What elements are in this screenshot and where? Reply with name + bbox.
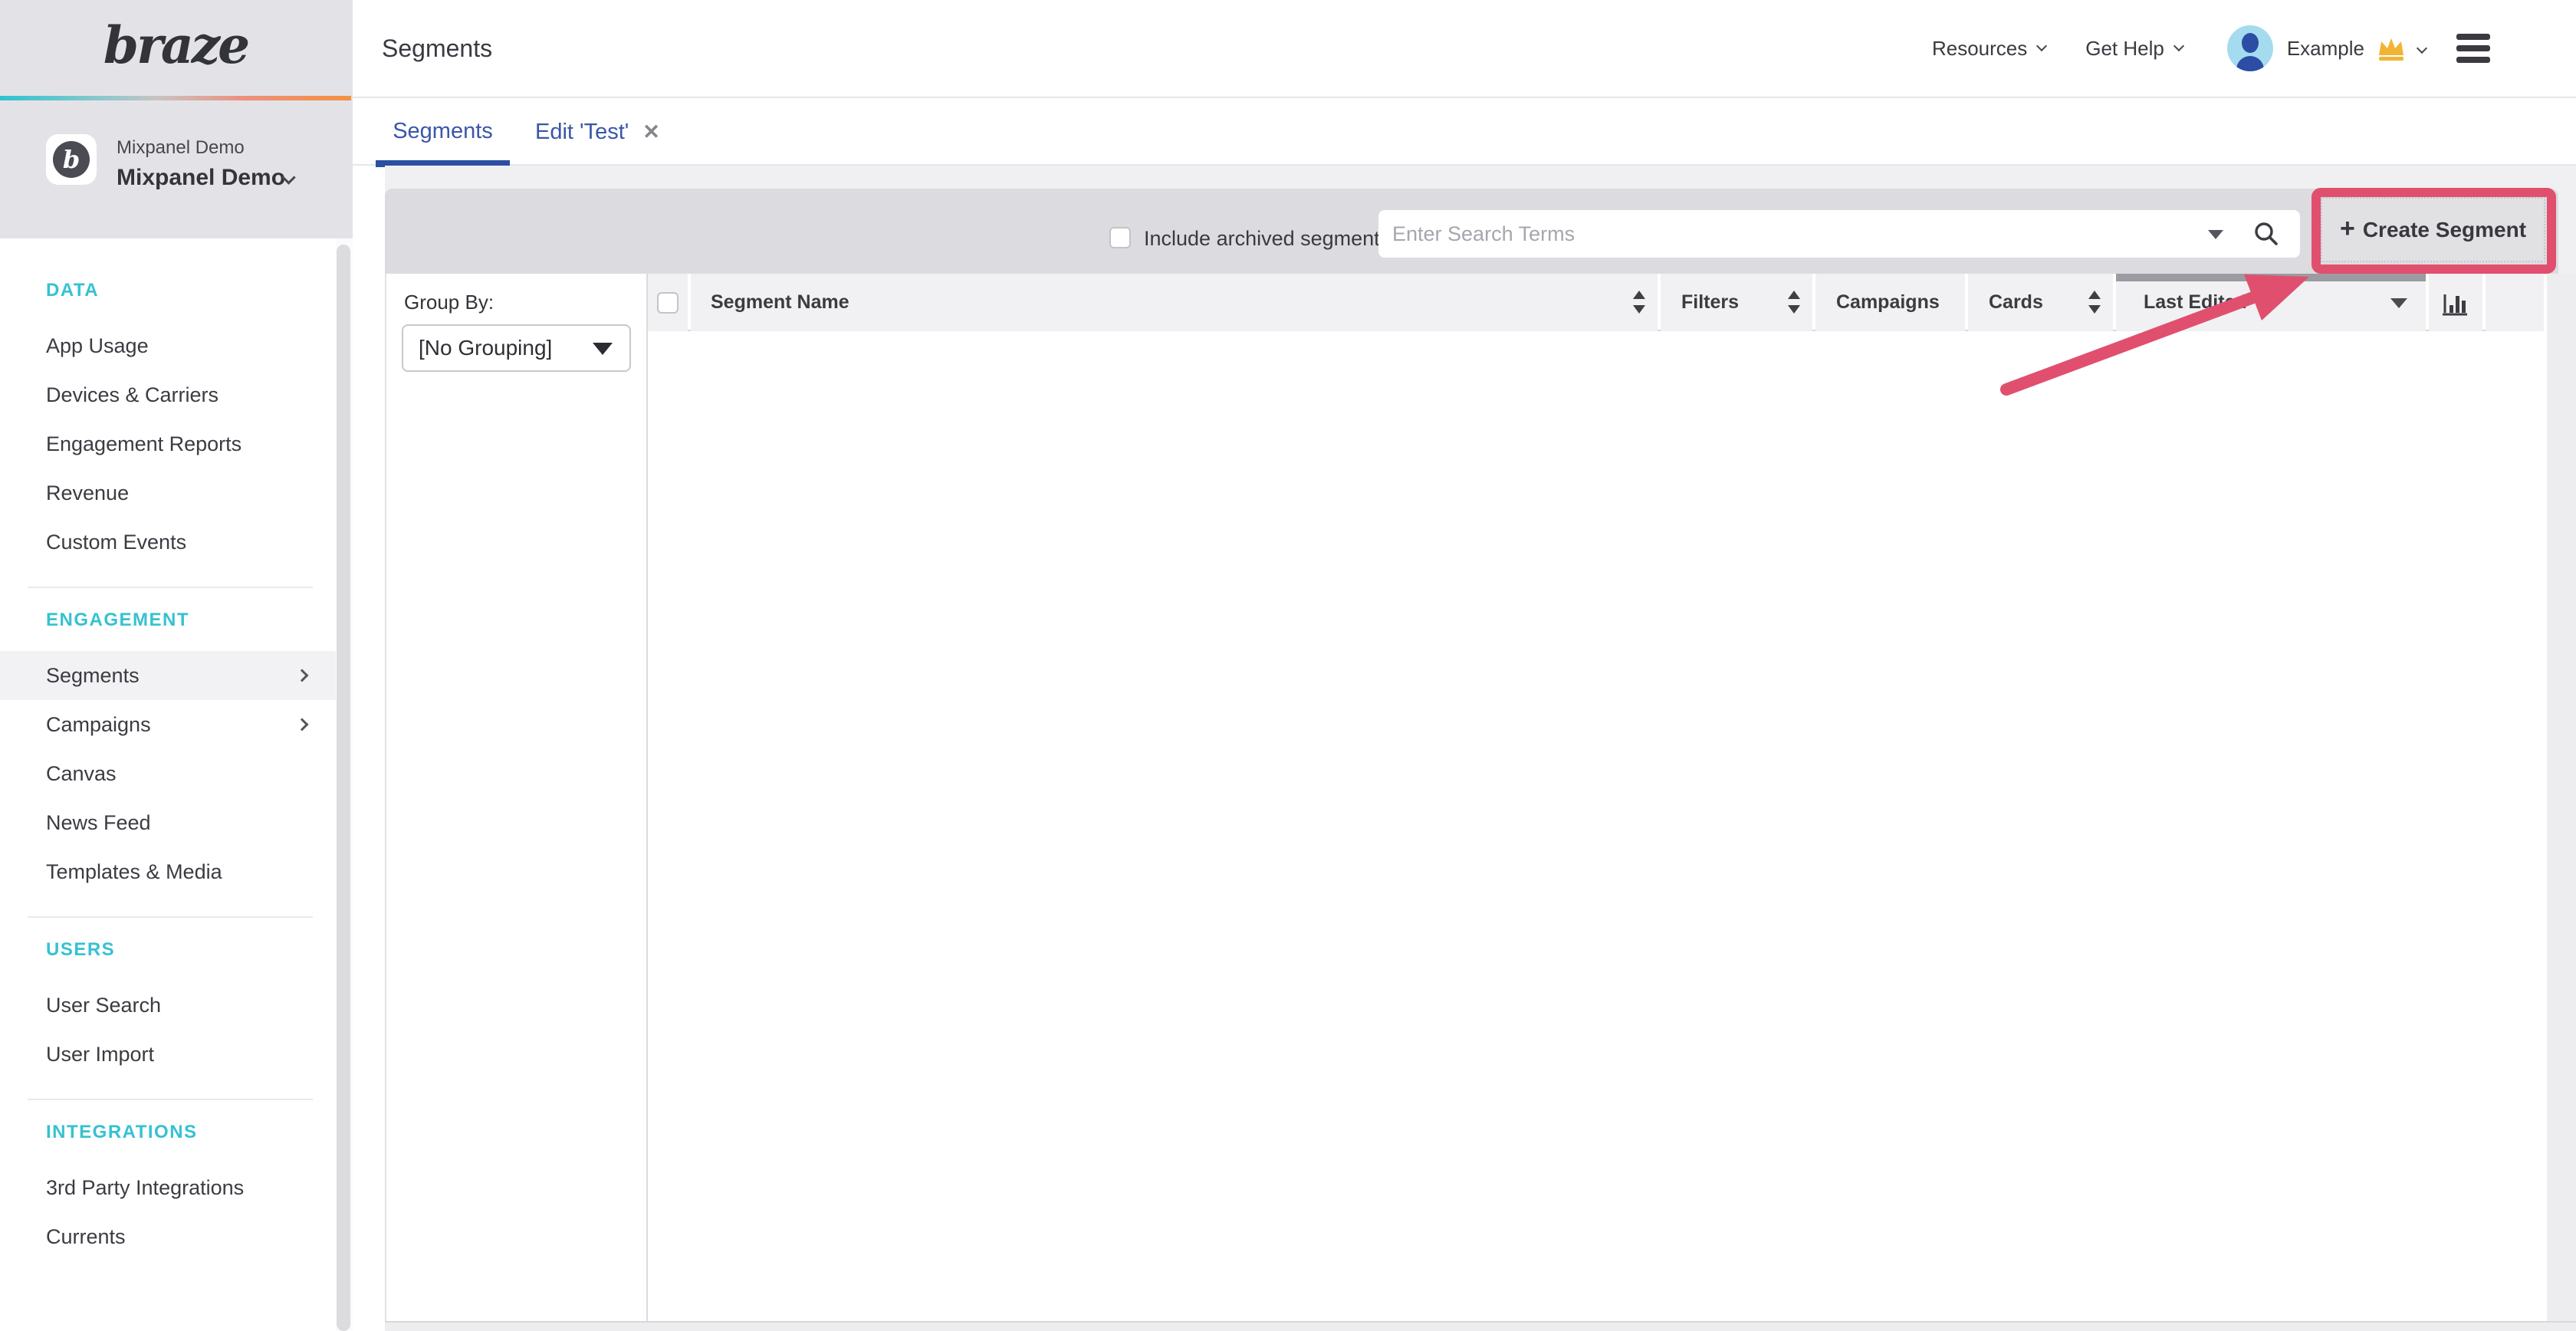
sidebar-item-app-usage[interactable]: App Usage (0, 321, 336, 370)
sidebar-item-canvas[interactable]: Canvas (0, 749, 336, 798)
nav-section-engagement: ENGAGEMENT (46, 610, 336, 631)
column-segment-name[interactable]: Segment Name (691, 274, 1658, 331)
page-title: Segments (382, 0, 492, 97)
sidebar-item-segments[interactable]: Segments (0, 651, 336, 700)
select-all-cell (648, 274, 688, 331)
crown-icon (2377, 36, 2406, 61)
column-caret-icon[interactable] (2390, 298, 2407, 308)
workspace-app-name[interactable]: Mixpanel Demo (117, 165, 285, 191)
column-filters[interactable]: Filters (1661, 274, 1812, 331)
search-dropdown-caret-icon[interactable] (2208, 230, 2223, 239)
select-all-checkbox[interactable] (657, 292, 678, 314)
sidebar-item-templates-media[interactable]: Templates & Media (0, 847, 336, 896)
nav-divider (28, 587, 313, 588)
hamburger-menu-icon[interactable] (2456, 34, 2490, 63)
search-input[interactable] (1378, 210, 2300, 258)
create-segment-button[interactable]: + Create Segment (2321, 197, 2545, 262)
sort-icon[interactable] (1788, 291, 1800, 314)
chevron-right-icon (296, 669, 309, 682)
sidebar-item-user-import[interactable]: User Import (0, 1030, 336, 1079)
sort-icon[interactable] (2088, 291, 2101, 314)
sidebar: braze b Mixpanel Demo Mixpanel Demo DATA… (0, 0, 353, 1331)
column-last-edited[interactable]: Last Edited (2116, 274, 2426, 331)
tab-edit-test[interactable]: Edit 'Test' ✕ (520, 98, 675, 166)
workspace-selector[interactable]: b Mixpanel Demo Mixpanel Demo (0, 100, 351, 238)
avatar[interactable] (2227, 25, 2273, 71)
dropdown-caret-icon (593, 343, 613, 355)
sidebar-item-engagement-reports[interactable]: Engagement Reports (0, 419, 336, 468)
column-cards[interactable]: Cards (1968, 274, 2113, 331)
segments-table-header: Segment Name Filters Campaigns Cards Las… (648, 274, 2544, 331)
top-header: Segments Resources Get Help Example (353, 0, 2576, 98)
logo-block: braze (0, 0, 351, 96)
bar-chart-icon (2442, 290, 2469, 316)
include-archived-label[interactable]: Include archived segments (1144, 227, 1390, 250)
resources-menu[interactable]: Resources (1932, 37, 2045, 61)
chevron-down-icon[interactable] (2417, 43, 2427, 54)
sidebar-item-news-feed[interactable]: News Feed (0, 798, 336, 847)
plus-icon: + (2340, 214, 2355, 244)
tab-segments[interactable]: Segments (376, 98, 510, 166)
sidebar-item-devices-carriers[interactable]: Devices & Carriers (0, 370, 336, 419)
sidebar-scrollbar[interactable] (336, 238, 353, 1331)
sidebar-item-currents[interactable]: Currents (0, 1212, 336, 1261)
nav-divider (28, 916, 313, 918)
account-menu[interactable]: Example (2287, 37, 2364, 61)
chevron-right-icon (296, 718, 309, 731)
braze-logo: braze (0, 0, 351, 90)
column-analytics[interactable] (2429, 274, 2482, 331)
column-campaigns[interactable]: Campaigns (1815, 274, 1965, 331)
column-empty (2486, 274, 2544, 331)
braze-dashboard: braze b Mixpanel Demo Mixpanel Demo DATA… (0, 0, 2576, 1331)
tab-bar: Segments Edit 'Test' ✕ (353, 98, 2576, 166)
sidebar-item-custom-events[interactable]: Custom Events (0, 518, 336, 567)
sort-icon[interactable] (1633, 291, 1645, 314)
chevron-down-icon (2174, 41, 2184, 51)
search-icon[interactable] (2252, 220, 2280, 248)
workspace-monogram-icon: b (53, 141, 90, 178)
workspace-company-name: Mixpanel Demo (117, 137, 245, 159)
group-by-label: Group By: (404, 291, 494, 314)
segments-toolbar: Include archived segments (385, 189, 2558, 274)
sidebar-item-user-search[interactable]: User Search (0, 981, 336, 1030)
sidebar-item-3rd-party-integrations[interactable]: 3rd Party Integrations (0, 1163, 336, 1212)
segments-table-body (648, 333, 2544, 1321)
sidebar-item-campaigns[interactable]: Campaigns (0, 700, 336, 749)
group-by-panel: Group By: [No Grouping] (385, 274, 648, 1321)
chevron-down-icon (2036, 41, 2047, 51)
sidebar-scrollbar-thumb[interactable] (337, 245, 350, 1331)
header-controls: Resources Get Help Example (1932, 0, 2490, 97)
search-box (1378, 210, 2300, 258)
sidebar-nav: DATA App Usage Devices & Carriers Engage… (0, 238, 336, 1331)
close-icon[interactable]: ✕ (642, 99, 660, 165)
group-by-dropdown[interactable]: [No Grouping] (402, 324, 631, 372)
nav-section-users: USERS (46, 939, 336, 961)
table-scroll-gutter (2547, 274, 2576, 1321)
group-by-value: [No Grouping] (419, 326, 552, 370)
nav-section-integrations: INTEGRATIONS (46, 1122, 336, 1143)
nav-divider (28, 1099, 313, 1100)
get-help-menu[interactable]: Get Help (2085, 37, 2183, 61)
user-icon (2242, 33, 2259, 53)
include-archived-checkbox[interactable] (1109, 227, 1131, 248)
nav-section-data: DATA (46, 280, 336, 301)
active-sort-indicator (2116, 274, 2426, 281)
workspace-app-icon: b (46, 134, 97, 185)
table-bottom-strip (385, 1321, 2576, 1331)
sidebar-item-revenue[interactable]: Revenue (0, 468, 336, 518)
